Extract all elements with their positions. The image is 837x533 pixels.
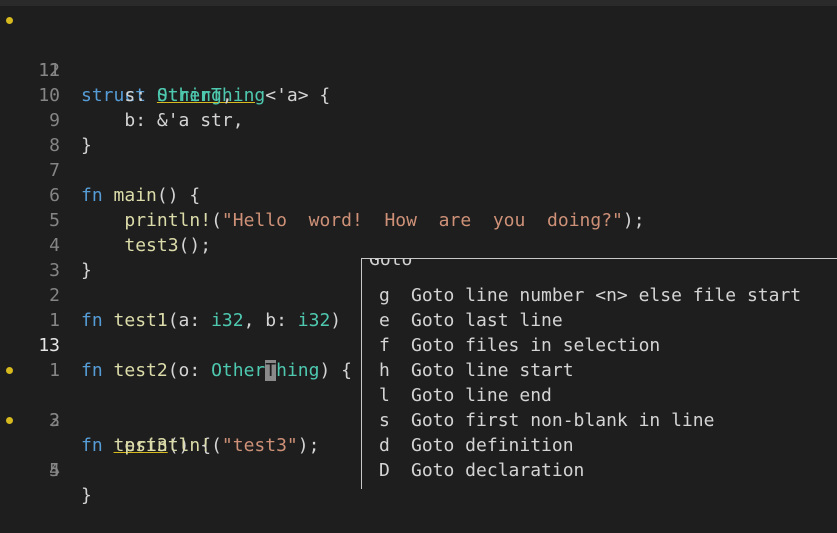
goto-key: l (379, 385, 390, 406)
code-line[interactable]: 3 (0, 233, 837, 281)
goto-label: Goto first non-blank in line (411, 410, 715, 431)
code-line[interactable]: 9 } (0, 83, 837, 156)
goto-item-d[interactable]: d Goto definition (379, 433, 574, 458)
diagnostic-dot-icon (6, 417, 13, 424)
goto-item-h[interactable]: h Goto line start (379, 358, 574, 383)
goto-popup: Goto g Goto line number <n> else file sta… (361, 258, 837, 489)
code-line[interactable]: 8 (0, 108, 837, 156)
diagnostic-dot-icon (6, 367, 13, 374)
goto-key: s (379, 410, 390, 431)
goto-item-s[interactable]: s Goto first non-blank in line (379, 408, 714, 433)
goto-label: Goto line number <n> else file start (411, 285, 802, 306)
goto-key: e (379, 310, 390, 331)
goto-key: h (379, 360, 390, 381)
code-line[interactable]: 5 test3(); (0, 183, 837, 256)
code-line[interactable]: 10 b: &'a str, (0, 58, 837, 131)
code-line[interactable]: 7 fn main() { (0, 133, 837, 206)
goto-label: Goto definition (411, 435, 574, 456)
goto-item-D[interactable]: D Goto declaration (379, 458, 584, 483)
diagnostic-dot-icon (6, 17, 13, 24)
goto-item-e[interactable]: e Goto last line (379, 308, 563, 333)
code-line[interactable]: 12 struct OtherThing<'a> { (0, 8, 837, 106)
goto-key: D (379, 460, 390, 481)
goto-item-f[interactable]: f Goto files in selection (379, 333, 660, 358)
goto-label: Goto line start (411, 360, 574, 381)
code-text: } (81, 485, 92, 506)
goto-popup-title: Goto (367, 259, 415, 272)
goto-item-l[interactable]: l Goto line end (379, 383, 552, 408)
goto-item-g[interactable]: g Goto line number <n> else file start (379, 283, 801, 308)
goto-label: Goto line end (411, 385, 552, 406)
goto-key: d (379, 435, 390, 456)
code-line[interactable]: 6 println!("Hello word! How are you doin… (0, 158, 837, 231)
goto-label: Goto files in selection (411, 335, 661, 356)
top-edge (0, 0, 837, 6)
code-line[interactable]: 11 s: String, (0, 33, 837, 106)
goto-key: g (379, 285, 390, 306)
code-line[interactable]: 4 } (0, 208, 837, 281)
code-editor[interactable]: 12 struct OtherThing<'a> { 11 s: String,… (0, 0, 837, 506)
goto-label: Goto declaration (411, 460, 585, 481)
goto-key: f (379, 335, 390, 356)
goto-label: Goto last line (411, 310, 563, 331)
